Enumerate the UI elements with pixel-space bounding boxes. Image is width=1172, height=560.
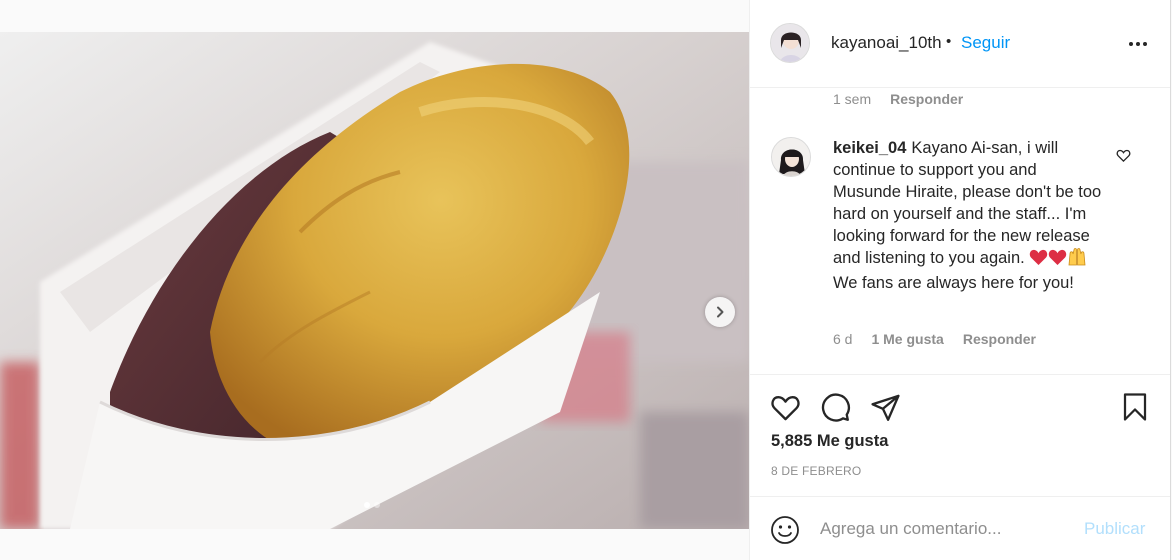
more-dot	[1136, 42, 1140, 46]
post-side-panel: kayanoai_10th • Seguir 1 sem Responder k…	[749, 0, 1171, 560]
share-paper-plane-icon[interactable]	[870, 392, 901, 423]
follow-button[interactable]: Seguir	[961, 33, 1010, 53]
save-bookmark-icon[interactable]	[1120, 391, 1150, 423]
comment-text: keikei_04 Kayano Ai-san, i will continue …	[833, 137, 1108, 294]
reply-button[interactable]: Responder	[890, 91, 963, 107]
comment-body: Kayano Ai-san, i will continue to suppor…	[833, 139, 1102, 267]
comment-input[interactable]	[820, 513, 1080, 545]
carousel-dot-active	[364, 502, 370, 508]
comment-time: 6 d	[833, 331, 853, 347]
carousel-dot	[374, 502, 380, 508]
next-image-button[interactable]	[705, 297, 735, 327]
post-header: kayanoai_10th • Seguir	[750, 0, 1170, 88]
post-photo	[0, 32, 749, 529]
reply-button[interactable]: Responder	[963, 331, 1036, 347]
add-comment-bar: Publicar	[750, 496, 1170, 560]
more-dot	[1143, 42, 1147, 46]
chevron-right-icon	[717, 306, 724, 318]
avatar[interactable]	[770, 23, 810, 63]
comment-body-end: We fans are always here for you!	[833, 274, 1074, 292]
comment-time: 1 sem	[833, 91, 872, 107]
comment-username[interactable]: keikei_04	[833, 139, 906, 157]
comment-likes-count[interactable]: 1 Me gusta	[871, 331, 943, 347]
carousel-indicator	[364, 502, 380, 508]
post-actions	[750, 374, 1170, 422]
separator-dot: •	[946, 33, 952, 50]
commenter-avatar[interactable]	[771, 137, 811, 177]
comment-meta: 6 d 1 Me gusta Responder	[833, 331, 1055, 347]
post-date[interactable]: 8 DE FEBRERO	[771, 464, 861, 478]
profile-photo-icon	[771, 24, 809, 62]
comments-list[interactable]: 1 sem Responder keikei_04 Kayano Ai-san, …	[750, 88, 1170, 374]
raising-hands-icon	[1067, 248, 1087, 272]
red-heart-icon	[1048, 249, 1067, 272]
more-dot	[1129, 42, 1133, 46]
like-heart-icon[interactable]	[770, 392, 801, 423]
previous-comment-meta: 1 sem Responder	[833, 91, 982, 107]
post-author-username[interactable]: kayanoai_10th	[831, 33, 942, 53]
more-options-button[interactable]	[1126, 34, 1150, 54]
post-media[interactable]	[0, 32, 749, 529]
emoji-smiley-icon[interactable]	[770, 515, 800, 545]
comment-like-heart-icon[interactable]	[1116, 148, 1131, 163]
profile-photo-icon	[772, 138, 810, 176]
red-heart-icon	[1029, 249, 1048, 272]
likes-count[interactable]: 5,885 Me gusta	[771, 432, 888, 451]
publish-button[interactable]: Publicar	[1084, 519, 1145, 539]
comment-bubble-icon[interactable]	[820, 392, 851, 423]
